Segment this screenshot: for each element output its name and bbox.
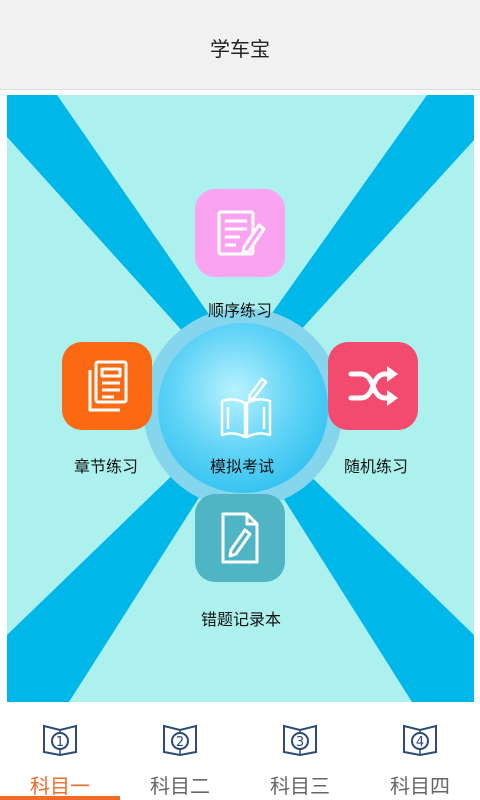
tab-label: 科目二: [150, 774, 210, 798]
tab-label: 科目一: [30, 774, 90, 798]
document-edit-icon: [221, 512, 259, 564]
tab-subject-2[interactable]: 2 科目二: [120, 708, 240, 800]
tab-subject-4[interactable]: 4 科目四: [360, 708, 480, 800]
tab-subject-1[interactable]: 1 科目一: [0, 708, 120, 800]
sequential-practice-button[interactable]: [195, 189, 285, 277]
tab-label: 科目四: [390, 774, 450, 798]
active-tab-indicator: [0, 796, 120, 800]
shuffle-icon: [348, 366, 398, 406]
mistake-notebook-button[interactable]: [195, 494, 285, 582]
book-number-icon: 1: [43, 724, 77, 756]
chapter-practice-button[interactable]: [62, 342, 152, 430]
bottom-tab-bar: 1 科目一 2 科目二 3 科目三 4 科目四: [0, 708, 480, 800]
notepad-pencil-icon: [217, 210, 266, 256]
title-bar: 学车宝: [0, 0, 480, 90]
svg-text:3: 3: [296, 735, 304, 750]
random-practice-label: 随机练习: [343, 457, 408, 476]
svg-text:4: 4: [416, 735, 424, 750]
sequential-practice-label: 顺序练习: [207, 301, 272, 320]
open-book-icon: [220, 377, 272, 439]
chapter-practice-label: 章节练习: [73, 457, 138, 476]
book-number-icon: 2: [163, 724, 197, 756]
book-number-icon: 3: [283, 724, 317, 756]
tab-label: 科目三: [270, 774, 330, 798]
svg-text:2: 2: [176, 735, 184, 750]
document-list-icon: [88, 360, 128, 412]
random-practice-button[interactable]: [328, 342, 418, 430]
mock-exam-label: 模拟考试: [209, 457, 274, 476]
menu-stage: 顺序练习 章节练习 随机练习 模拟考试 错题记录本: [7, 95, 474, 702]
mistake-notebook-label: 错题记录本: [200, 610, 281, 629]
tab-subject-3[interactable]: 3 科目三: [240, 708, 360, 800]
page-title: 学车宝: [210, 37, 270, 61]
book-number-icon: 4: [403, 724, 437, 756]
svg-text:1: 1: [56, 735, 64, 750]
